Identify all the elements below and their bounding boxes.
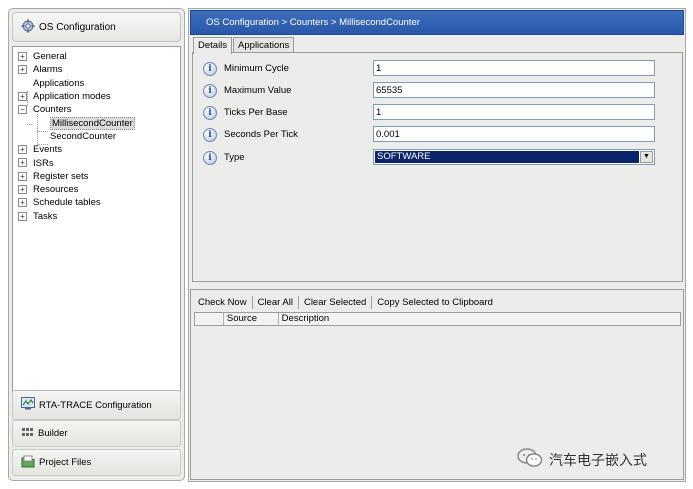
expand-icon[interactable]: + (18, 52, 27, 61)
tab-details[interactable]: Details (193, 37, 233, 54)
tree-item-second-counter[interactable]: SecondCounter (13, 130, 180, 143)
property-label: Seconds Per Tick (224, 129, 298, 140)
wechat-icon (517, 448, 543, 471)
property-label: Ticks Per Base (224, 107, 288, 118)
expand-icon[interactable]: + (18, 91, 27, 101)
tree-item-general[interactable]: + General (13, 50, 180, 63)
type-selected-value: SOFTWARE (375, 151, 639, 163)
watermark: 汽车电子嵌入式 (517, 448, 647, 471)
column-header-icon[interactable] (195, 313, 224, 325)
property-label: Maximum Value (224, 85, 292, 96)
toolbar-separator (297, 296, 299, 309)
clear-all-button[interactable]: Clear All (254, 295, 297, 310)
content-panel: OS Configuration > Counters > Millisecon… (188, 8, 686, 482)
tree-item-isrs[interactable]: + ISRs (13, 156, 180, 169)
details-pane: i Minimum Cycle i Maximum Value i Ticks … (192, 52, 683, 282)
project-files-button[interactable]: Project Files (12, 449, 181, 476)
chevron-down-icon[interactable]: ▼ (640, 151, 653, 163)
results-toolbar: Check Now Clear All Clear Selected Copy … (194, 294, 497, 311)
header-label: OS Configuration (39, 21, 116, 33)
builder-icon (21, 427, 34, 441)
project-files-label: Project Files (39, 457, 92, 468)
folder-icon (21, 455, 35, 471)
tree-item-resources[interactable]: + Resources (13, 183, 180, 196)
copy-selected-button[interactable]: Copy Selected to Clipboard (373, 295, 497, 310)
tree-item-millisecond-counter[interactable]: MillisecondCounter (13, 116, 180, 130)
type-dropdown[interactable]: SOFTWARE ▼ (373, 149, 655, 165)
watermark-text: 汽车电子嵌入式 (549, 452, 647, 469)
info-icon[interactable]: i (203, 106, 217, 120)
rta-trace-label: RTA-TRACE Configuration (39, 399, 152, 411)
expand-icon[interactable]: + (18, 145, 27, 155)
expand-icon[interactable]: + (18, 184, 27, 194)
rta-trace-configuration-button[interactable]: RTA-TRACE Configuration (12, 390, 181, 420)
property-row-type: i Type SOFTWARE ▼ (193, 149, 683, 167)
info-icon[interactable]: i (203, 151, 217, 165)
expand-icon[interactable]: + (18, 198, 27, 208)
configuration-tree[interactable]: + General + Alarms Applications + Applic… (12, 46, 181, 393)
property-label: Type (224, 152, 245, 163)
property-label: Minimum Cycle (224, 63, 289, 74)
collapse-icon[interactable]: − (18, 105, 27, 115)
tree-item-counters[interactable]: − Counters (13, 103, 180, 116)
tree-item-register-sets[interactable]: + Register sets (13, 170, 180, 183)
tree-item-tasks[interactable]: + Tasks (13, 210, 180, 223)
expand-icon[interactable]: + (18, 65, 27, 75)
breadcrumb: OS Configuration > Counters > Millisecon… (190, 10, 684, 35)
trace-icon (21, 397, 35, 413)
info-icon[interactable]: i (203, 62, 217, 76)
clear-selected-button[interactable]: Clear Selected (300, 295, 370, 310)
builder-button[interactable]: Builder (12, 420, 181, 447)
expand-icon[interactable]: + (18, 171, 27, 181)
tree-item-applications[interactable]: Applications (13, 77, 180, 90)
gear-icon (21, 19, 35, 36)
tree-item-schedule-tables[interactable]: + Schedule tables (13, 196, 180, 209)
seconds-per-tick-field[interactable] (373, 126, 655, 142)
os-configuration-header[interactable]: OS Configuration (12, 12, 181, 42)
expand-icon[interactable]: + (18, 211, 27, 221)
ticks-per-base-field[interactable] (373, 104, 655, 120)
column-header-description[interactable]: Description (279, 313, 680, 325)
toolbar-separator (251, 296, 253, 309)
property-row-minimum-cycle: i Minimum Cycle (193, 60, 683, 78)
info-icon[interactable]: i (203, 84, 217, 98)
results-grid-header: Source Description (194, 312, 681, 326)
tree-item-application-modes[interactable]: + Application modes (13, 90, 180, 103)
tree-item-alarms[interactable]: + Alarms (13, 63, 180, 76)
tree-item-events[interactable]: + Events (13, 143, 180, 156)
minimum-cycle-field[interactable] (373, 60, 655, 76)
maximum-value-field[interactable] (373, 82, 655, 98)
property-row-seconds-per-tick: i Seconds Per Tick (193, 126, 683, 144)
navigation-panel: OS Configuration + General + Alarms Appl… (8, 8, 185, 481)
expand-icon[interactable]: + (18, 158, 27, 168)
property-row-ticks-per-base: i Ticks Per Base (193, 104, 683, 122)
info-icon[interactable]: i (203, 128, 217, 142)
tab-strip: Details Applications (193, 37, 295, 54)
property-row-maximum-value: i Maximum Value (193, 82, 683, 100)
column-header-source[interactable]: Source (224, 313, 279, 325)
toolbar-separator (371, 296, 373, 309)
tab-applications[interactable]: Applications (233, 37, 295, 53)
check-now-button[interactable]: Check Now (194, 295, 251, 310)
builder-label: Builder (38, 428, 68, 439)
